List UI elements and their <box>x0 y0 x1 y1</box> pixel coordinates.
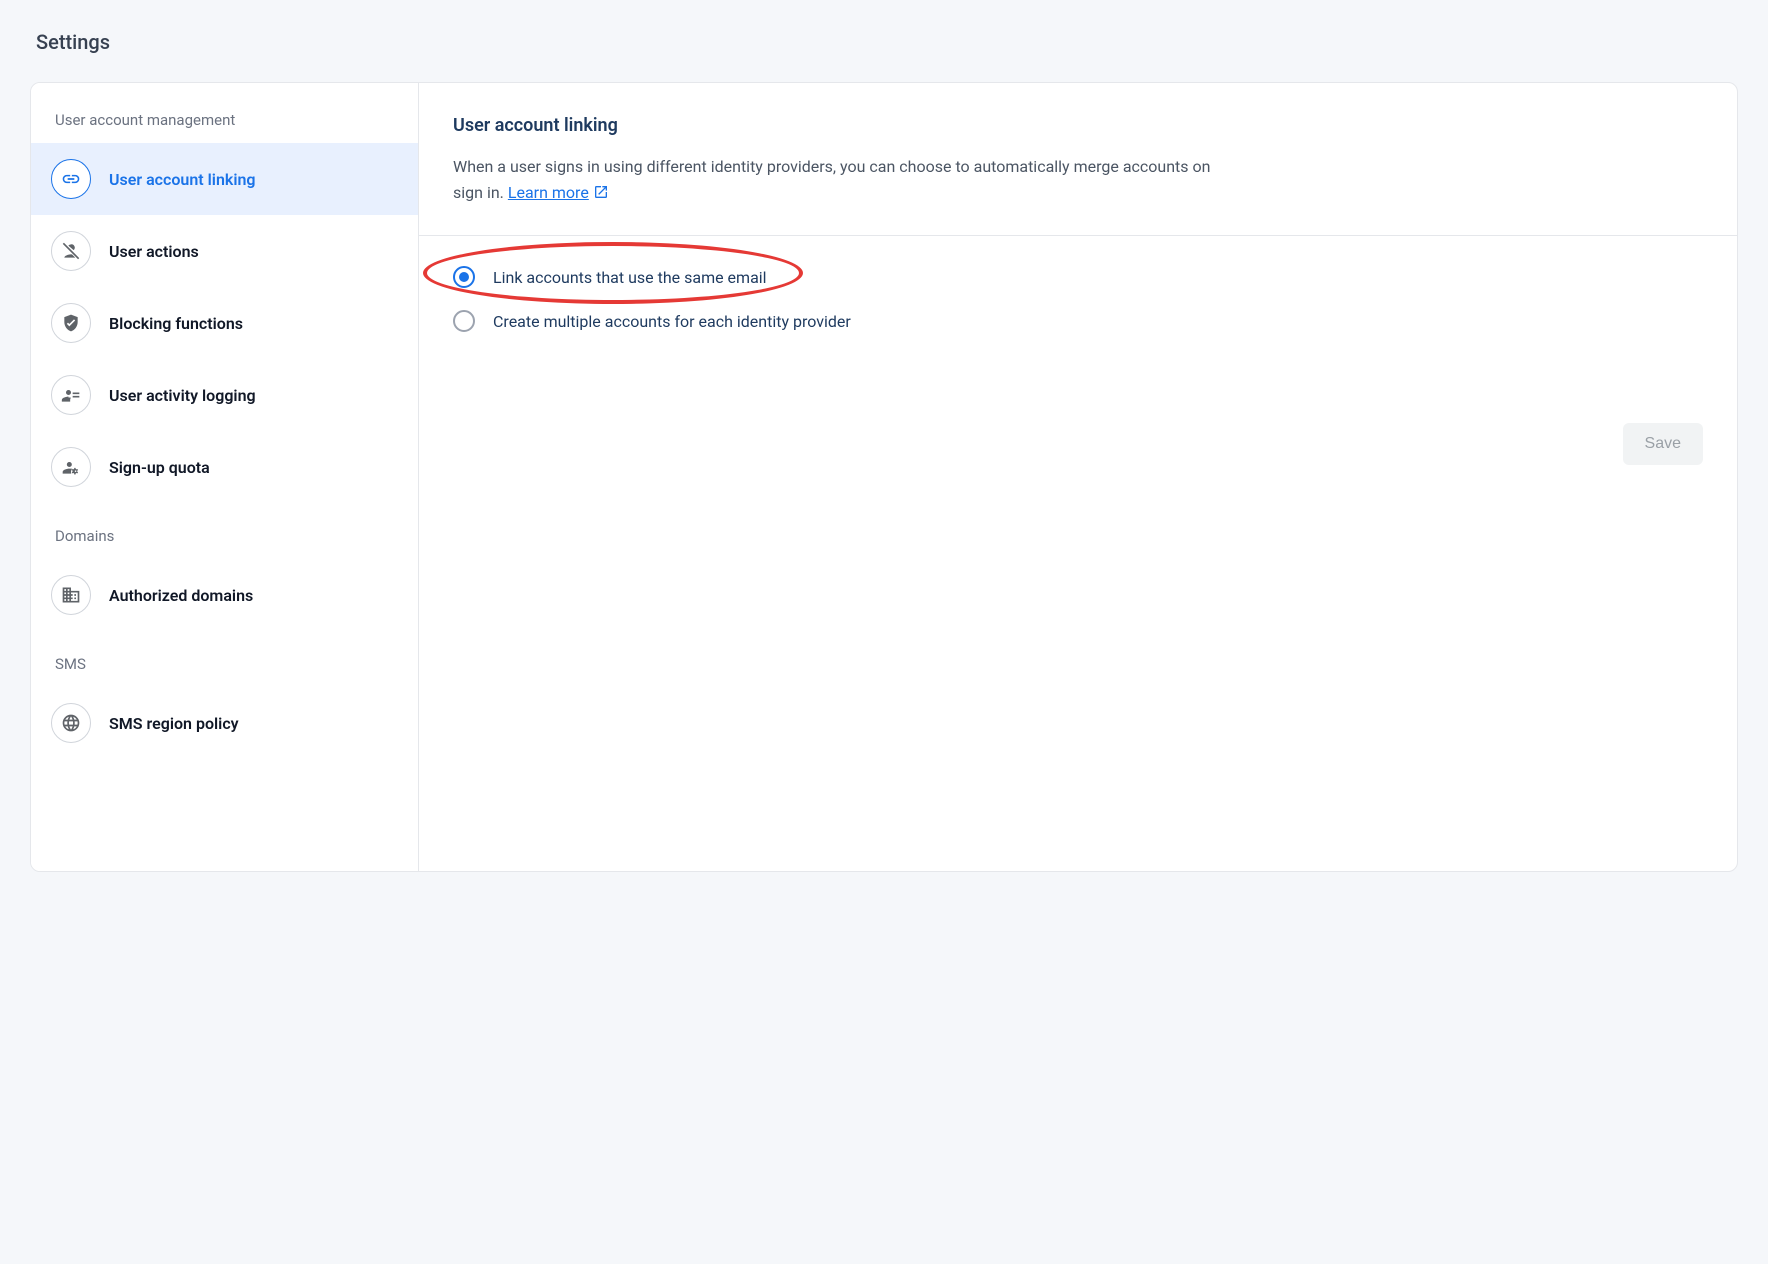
option-create-multiple-accounts[interactable]: Create multiple accounts for each identi… <box>453 310 1703 332</box>
sidebar-section-header-sms: SMS <box>31 631 418 687</box>
sidebar-item-user-account-linking[interactable]: User account linking <box>31 143 418 215</box>
sidebar-item-label: User account linking <box>109 170 398 189</box>
sidebar-section-header-domains: Domains <box>31 503 418 559</box>
page-title: Settings <box>36 30 1738 54</box>
person-off-icon <box>51 231 91 271</box>
external-link-icon <box>593 184 609 200</box>
content-description: When a user signs in using different ide… <box>453 154 1213 205</box>
sidebar-item-authorized-domains[interactable]: Authorized domains <box>31 559 418 631</box>
sidebar-item-label: Blocking functions <box>109 314 398 333</box>
settings-sidebar: User account management User account lin… <box>31 83 419 871</box>
account-linking-options: Link accounts that use the same email Cr… <box>453 266 1703 332</box>
learn-more-link[interactable]: Learn more <box>508 180 609 206</box>
sidebar-item-sms-region-policy[interactable]: SMS region policy <box>31 687 418 759</box>
sidebar-item-label: User actions <box>109 242 398 261</box>
radio-label: Create multiple accounts for each identi… <box>493 312 851 331</box>
radio-unselected-icon[interactable] <box>453 310 475 332</box>
shield-icon <box>51 303 91 343</box>
sidebar-item-user-actions[interactable]: User actions <box>31 215 418 287</box>
sidebar-item-blocking-functions[interactable]: Blocking functions <box>31 287 418 359</box>
radio-selected-icon[interactable] <box>453 266 475 288</box>
radio-label: Link accounts that use the same email <box>493 268 767 287</box>
sidebar-item-user-activity-logging[interactable]: User activity logging <box>31 359 418 431</box>
sidebar-item-label: Sign-up quota <box>109 458 398 477</box>
person-gear-icon <box>51 447 91 487</box>
content-title: User account linking <box>453 115 1703 136</box>
globe-icon <box>51 703 91 743</box>
content-panel: User account linking When a user signs i… <box>419 83 1737 871</box>
option-link-same-email[interactable]: Link accounts that use the same email <box>453 266 1703 288</box>
save-button[interactable]: Save <box>1623 423 1703 465</box>
learn-more-label: Learn more <box>508 180 589 206</box>
domain-icon <box>51 575 91 615</box>
sidebar-section-header-user-account-management: User account management <box>31 101 418 143</box>
divider <box>419 235 1737 236</box>
person-list-icon <box>51 375 91 415</box>
link-icon <box>51 159 91 199</box>
sidebar-item-sign-up-quota[interactable]: Sign-up quota <box>31 431 418 503</box>
sidebar-item-label: User activity logging <box>109 386 398 405</box>
settings-card: User account management User account lin… <box>30 82 1738 872</box>
sidebar-item-label: Authorized domains <box>109 586 398 605</box>
sidebar-item-label: SMS region policy <box>109 714 398 733</box>
